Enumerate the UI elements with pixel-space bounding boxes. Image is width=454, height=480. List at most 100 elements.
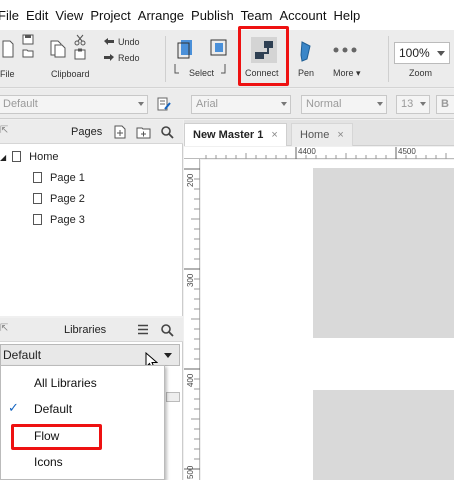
ruler-label: 4400 xyxy=(298,147,316,156)
menu-arrange[interactable]: Arrange xyxy=(138,8,191,23)
page-tree-item[interactable]: Page 3 xyxy=(33,214,85,226)
home-page-label: Home xyxy=(29,151,59,163)
menu-view[interactable]: View xyxy=(55,8,90,23)
redo-icon[interactable] xyxy=(103,53,115,62)
toolbar-separator xyxy=(388,36,389,82)
horizontal-ruler: 4400 4500 xyxy=(184,147,454,159)
format-bar: Default Arial Normal 13 B xyxy=(0,89,454,119)
collapse-arrow-icon[interactable]: ⇱ xyxy=(0,125,8,136)
menu-help[interactable]: Help xyxy=(333,8,367,23)
pages-header: ⇱ Pages xyxy=(0,120,183,144)
cut-icon[interactable] xyxy=(74,34,86,46)
font-size-value: 13 xyxy=(401,98,414,110)
chevron-down-icon xyxy=(420,102,426,106)
page-tree-home[interactable]: ◢ Home xyxy=(0,151,59,163)
search-icon[interactable] xyxy=(160,323,174,337)
library-option-all[interactable]: All Libraries xyxy=(34,376,97,390)
chevron-down-icon xyxy=(164,353,172,358)
chevron-down-icon xyxy=(377,102,383,106)
ruler-label: 200 xyxy=(186,173,195,187)
tab-label: New Master 1 xyxy=(193,129,264,141)
canvas-rectangle-shape[interactable] xyxy=(313,390,454,480)
page-label: Page 2 xyxy=(50,193,85,205)
ruler-label: 500 xyxy=(186,465,195,479)
select-bracket-icon xyxy=(174,64,179,74)
font-size-select[interactable]: 13 xyxy=(396,95,430,114)
font-select[interactable]: Arial xyxy=(191,95,291,114)
ruler-label: 400 xyxy=(186,373,195,387)
tab-home[interactable]: Home × xyxy=(291,123,353,146)
add-page-icon[interactable] xyxy=(113,125,127,139)
library-option-icons[interactable]: Icons xyxy=(34,455,63,469)
page-label: Page 3 xyxy=(50,214,85,226)
undo-icon[interactable] xyxy=(103,37,115,46)
zoom-value: 100% xyxy=(399,46,430,60)
connect-label[interactable]: Connect xyxy=(245,68,279,78)
style-edit-icon[interactable] xyxy=(157,97,171,111)
close-icon[interactable]: × xyxy=(337,129,343,141)
page-icon xyxy=(33,214,42,225)
file-label: File xyxy=(0,69,15,79)
tab-new-master-1[interactable]: New Master 1 × xyxy=(184,123,287,146)
toolbar-separator xyxy=(165,36,166,82)
copy-icon[interactable] xyxy=(50,40,66,58)
ruler-label: 300 xyxy=(186,273,195,287)
document-tabs: New Master 1 × Home × xyxy=(184,120,454,146)
libraries-title: Libraries xyxy=(64,324,107,336)
library-select-value: Default xyxy=(3,348,42,362)
open-folder-icon[interactable] xyxy=(22,48,34,58)
menu-account[interactable]: Account xyxy=(279,8,333,23)
pen-icon[interactable] xyxy=(298,40,314,62)
font-weight-select[interactable]: Normal xyxy=(301,95,387,114)
select-bracket-right-icon xyxy=(221,64,226,74)
more-label[interactable]: More ▾ xyxy=(333,68,361,79)
main-toolbar: File Clipboard Undo Redo Select Connect xyxy=(0,26,454,88)
collapse-arrow-icon[interactable]: ⇱ xyxy=(0,323,8,334)
more-icon[interactable] xyxy=(333,47,357,53)
menu-icon[interactable] xyxy=(137,324,149,335)
connect-icon[interactable] xyxy=(251,37,277,63)
bold-button[interactable]: B xyxy=(436,95,454,114)
page-icon xyxy=(33,193,42,204)
library-option-default[interactable]: Default xyxy=(34,402,72,416)
menu-project[interactable]: Project xyxy=(90,8,137,23)
save-icon[interactable] xyxy=(22,34,34,45)
search-icon[interactable] xyxy=(160,125,174,139)
select-contain-icon[interactable] xyxy=(207,38,229,60)
new-file-icon[interactable] xyxy=(2,40,14,58)
canvas-rectangle-shape[interactable] xyxy=(313,168,454,338)
font-weight-value: Normal xyxy=(306,98,342,110)
page-tree-item[interactable]: Page 1 xyxy=(33,172,85,184)
pages-title: Pages xyxy=(71,126,103,138)
style-select[interactable]: Default xyxy=(0,95,148,114)
menu-edit[interactable]: Edit xyxy=(26,8,55,23)
checkmark-icon: ✓ xyxy=(8,400,19,415)
menu-publish[interactable]: Publish xyxy=(191,8,241,23)
undo-label[interactable]: Undo xyxy=(118,37,140,47)
font-value: Arial xyxy=(196,98,219,110)
ruler-ticks xyxy=(184,168,200,470)
chevron-down-icon xyxy=(437,51,445,56)
redo-label[interactable]: Redo xyxy=(118,53,140,63)
select-label[interactable]: Select xyxy=(189,68,214,78)
zoom-label: Zoom xyxy=(409,68,433,78)
pen-label[interactable]: Pen xyxy=(298,68,314,78)
add-folder-icon[interactable] xyxy=(136,125,151,139)
vertical-ruler: 200 300 400 500 xyxy=(184,159,200,480)
library-scrollbar-thumb[interactable] xyxy=(166,392,180,402)
collapse-triangle-icon[interactable]: ◢ xyxy=(0,153,6,162)
paste-icon[interactable] xyxy=(74,48,86,60)
chevron-down-icon xyxy=(138,102,144,106)
close-icon[interactable]: × xyxy=(271,129,277,141)
page-icon xyxy=(33,172,42,183)
page-tree-item[interactable]: Page 2 xyxy=(33,193,85,205)
library-option-flow[interactable]: Flow xyxy=(34,429,59,443)
select-intersect-icon[interactable] xyxy=(175,38,195,60)
design-canvas[interactable] xyxy=(201,160,454,480)
menu-team[interactable]: Team xyxy=(241,8,280,23)
libraries-header: ⇱ Libraries xyxy=(0,318,183,342)
style-value: Default xyxy=(3,98,38,110)
zoom-select[interactable]: 100% xyxy=(394,42,450,64)
ruler-label: 4500 xyxy=(398,147,416,156)
menu-file[interactable]: File xyxy=(0,8,26,23)
